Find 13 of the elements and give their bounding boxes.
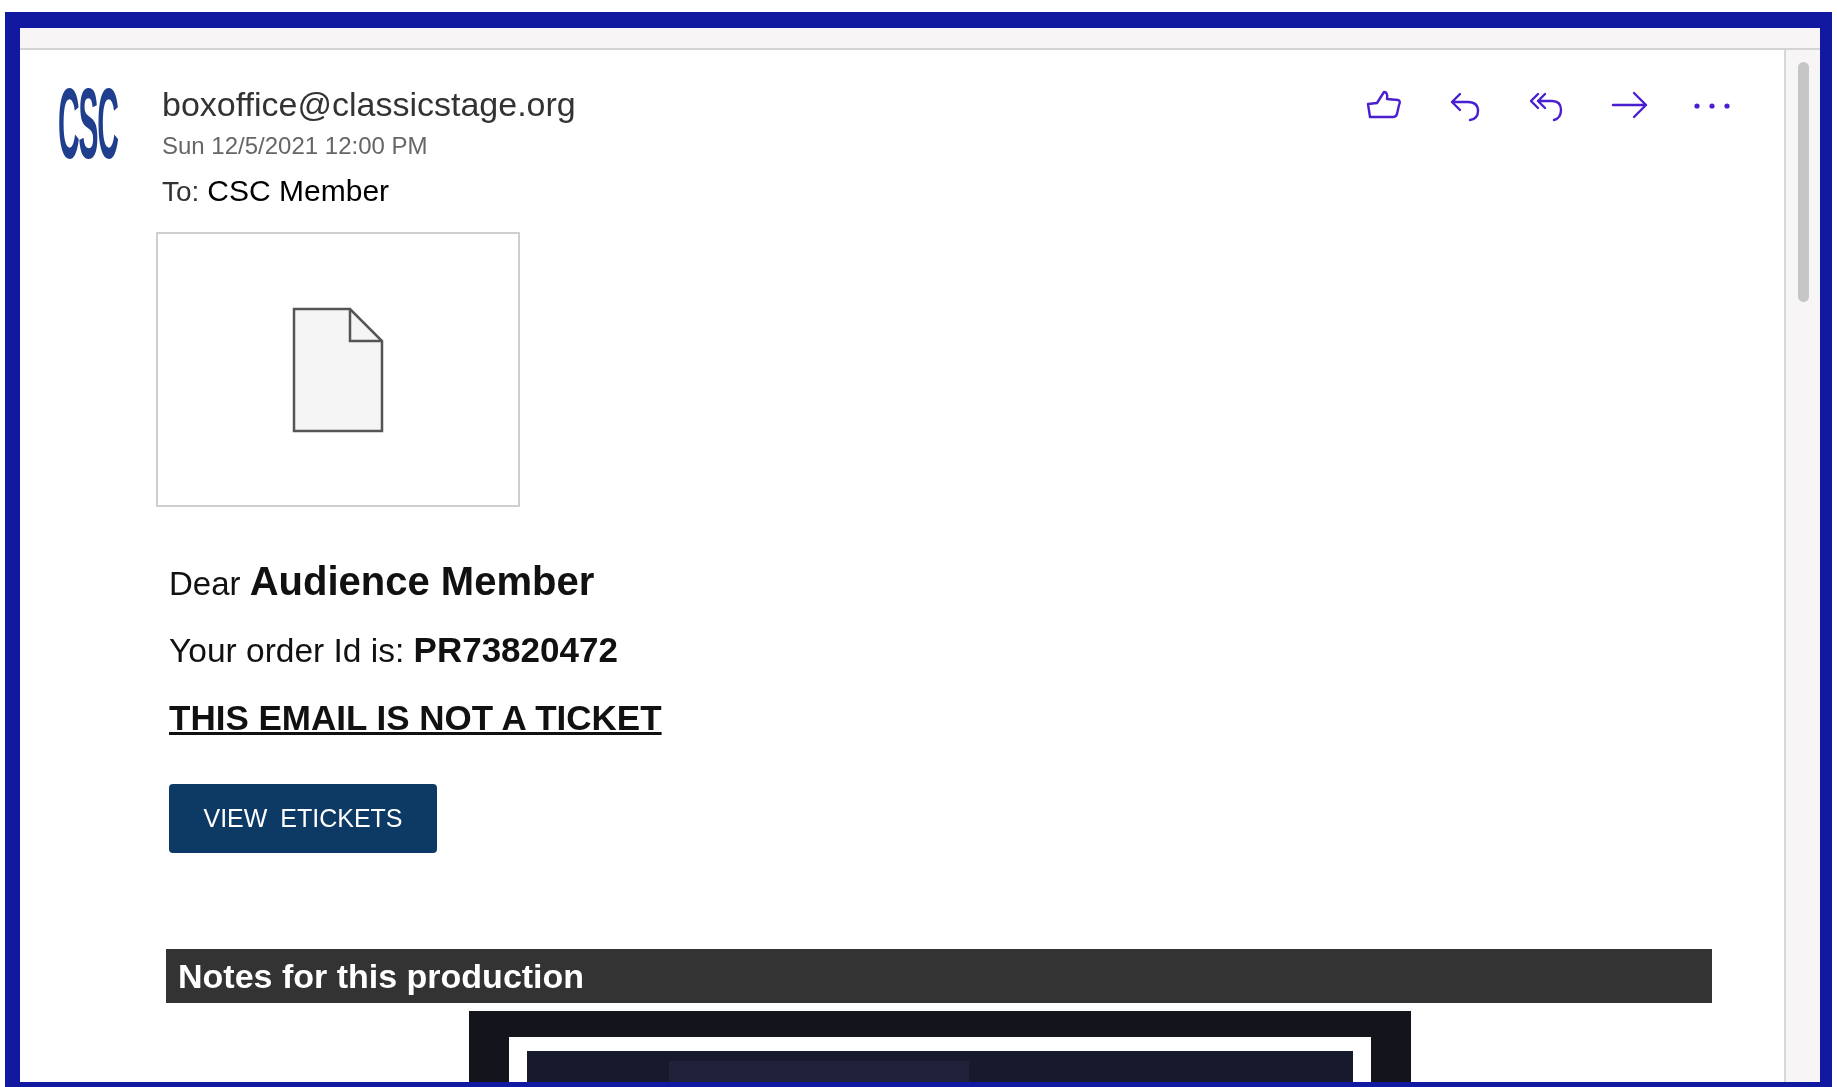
order-id-text: Your order Id is: PR73820472: [169, 630, 619, 670]
notice-text: THIS EMAIL IS NOT A TICKET: [169, 698, 663, 738]
scrollbar-thumb[interactable]: [1797, 62, 1809, 302]
document-icon: [292, 306, 384, 433]
recipient-name: CSC Member: [207, 174, 390, 207]
sender-address: boxoffice@classicstage.org: [162, 84, 577, 124]
view-etickets-button[interactable]: VIEW ETICKETS: [169, 784, 437, 853]
message-date: Sun 12/5/2021 12:00 PM: [162, 132, 429, 160]
greeting-text: Dear Audience Member: [169, 559, 596, 604]
logo: CSC: [58, 84, 119, 162]
to-label: To:: [162, 176, 200, 207]
more-icon[interactable]: [1692, 101, 1732, 111]
section-header: Notes for this production: [166, 949, 1712, 1003]
